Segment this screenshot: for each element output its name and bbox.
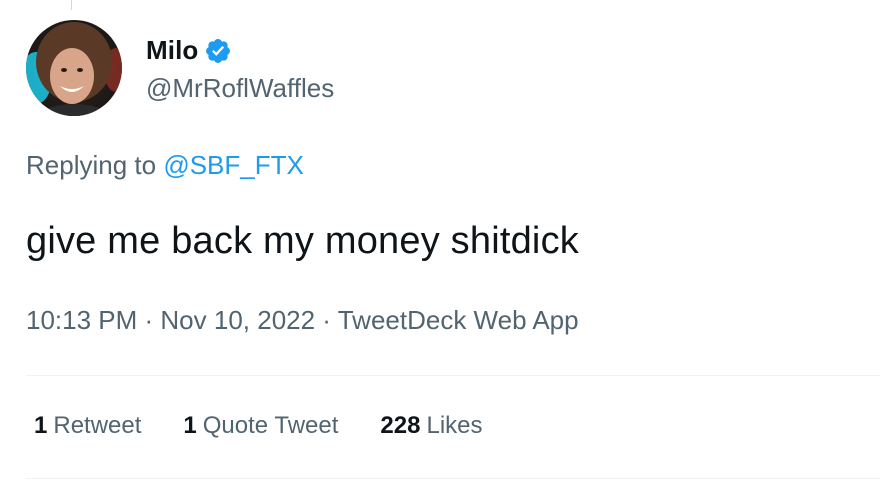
tweet-stats: 1 Retweet 1 Quote Tweet 228 Likes [34,412,525,440]
tweet-date-link[interactable]: Nov 10, 2022 [160,305,315,335]
tweet-header: Milo @MrRoflWaffles [26,20,334,116]
tweet-card: Milo @MrRoflWaffles Replying to @SBF_FTX… [0,0,880,494]
retweets-label: Retweet [53,412,142,439]
avatar-image [26,20,122,116]
reply-mention-link[interactable]: @SBF_FTX [163,150,304,180]
likes-label: Likes [426,412,483,439]
user-handle[interactable]: @MrRoflWaffles [146,73,334,104]
tweet-meta: 10:13 PM · Nov 10, 2022 · TweetDeck Web … [26,305,579,336]
tweet-source-link[interactable]: TweetDeck Web App [338,305,579,335]
retweets-count: 1 [34,412,48,439]
meta-separator: · [137,305,161,335]
quote-tweets-label: Quote Tweet [202,412,339,439]
display-name[interactable]: Milo [146,35,198,66]
replying-to-prefix: Replying to [26,150,164,180]
avatar[interactable] [26,20,122,116]
quote-tweets-count: 1 [183,412,197,439]
quote-tweets-stat-link[interactable]: 1 Quote Tweet [183,412,338,440]
tweet-time-link[interactable]: 10:13 PM [26,305,137,335]
divider [26,478,880,479]
likes-stat-link[interactable]: 228 Likes [380,412,482,440]
thread-connector [71,0,72,10]
verified-badge-icon [204,37,232,65]
name-row: Milo [146,33,334,69]
retweets-stat-link[interactable]: 1 Retweet [34,412,141,440]
user-names: Milo @MrRoflWaffles [146,33,334,104]
replying-to: Replying to @SBF_FTX [26,150,304,181]
meta-separator: · [315,305,338,335]
divider [26,375,880,376]
tweet-text: give me back my money shitdick [26,220,579,262]
likes-count: 228 [380,412,421,439]
